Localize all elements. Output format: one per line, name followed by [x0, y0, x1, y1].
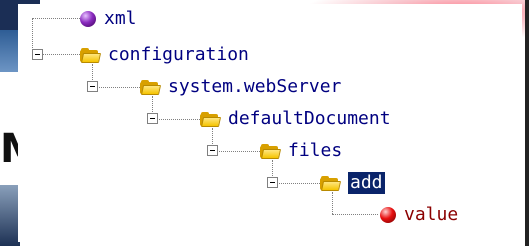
- tree-connector: [332, 214, 378, 215]
- xml-declaration-icon: [80, 11, 96, 27]
- collapse-toggle[interactable]: [207, 145, 218, 156]
- tree-connector: [277, 183, 320, 184]
- tree-node-label-selected: add: [348, 172, 385, 194]
- tree-node-label: files: [288, 140, 343, 161]
- tree-node-defaultdocument[interactable]: defaultDocument: [200, 108, 391, 130]
- collapse-toggle[interactable]: [267, 177, 278, 188]
- tree-node-label: value: [404, 204, 459, 225]
- tree-connector: [157, 119, 200, 120]
- folder-icon: [320, 175, 342, 191]
- tree-connector: [332, 192, 333, 214]
- tree-node-files[interactable]: files: [260, 140, 342, 162]
- tree-node-label: system.webServer: [168, 76, 342, 97]
- collapse-toggle[interactable]: [32, 49, 43, 60]
- tree-node-configuration[interactable]: configuration: [80, 44, 249, 66]
- tree-connector: [32, 18, 80, 19]
- folder-icon: [140, 79, 162, 95]
- tree-node-add[interactable]: add: [320, 172, 385, 194]
- folder-icon: [200, 111, 222, 127]
- tree-connector: [217, 151, 260, 152]
- tree-node-label: xml: [104, 8, 137, 29]
- tree-connector: [97, 87, 140, 88]
- tree-node-system-webserver[interactable]: system.webServer: [140, 76, 341, 98]
- collapse-toggle[interactable]: [87, 81, 98, 92]
- attribute-icon: [380, 207, 396, 223]
- tree-node-value[interactable]: value: [380, 204, 458, 226]
- background-fragment: [525, 0, 529, 246]
- collapse-toggle[interactable]: [147, 113, 158, 124]
- background-fragment: [0, 185, 20, 246]
- folder-icon: [80, 47, 102, 63]
- folder-icon: [260, 143, 282, 159]
- tree-node-label: defaultDocument: [228, 108, 391, 129]
- tree-node-xml[interactable]: xml: [80, 8, 137, 30]
- tree-node-label: configuration: [108, 44, 249, 65]
- xml-tree-view: xml configuration system.webServer defau…: [18, 4, 522, 242]
- tree-connector: [37, 54, 80, 55]
